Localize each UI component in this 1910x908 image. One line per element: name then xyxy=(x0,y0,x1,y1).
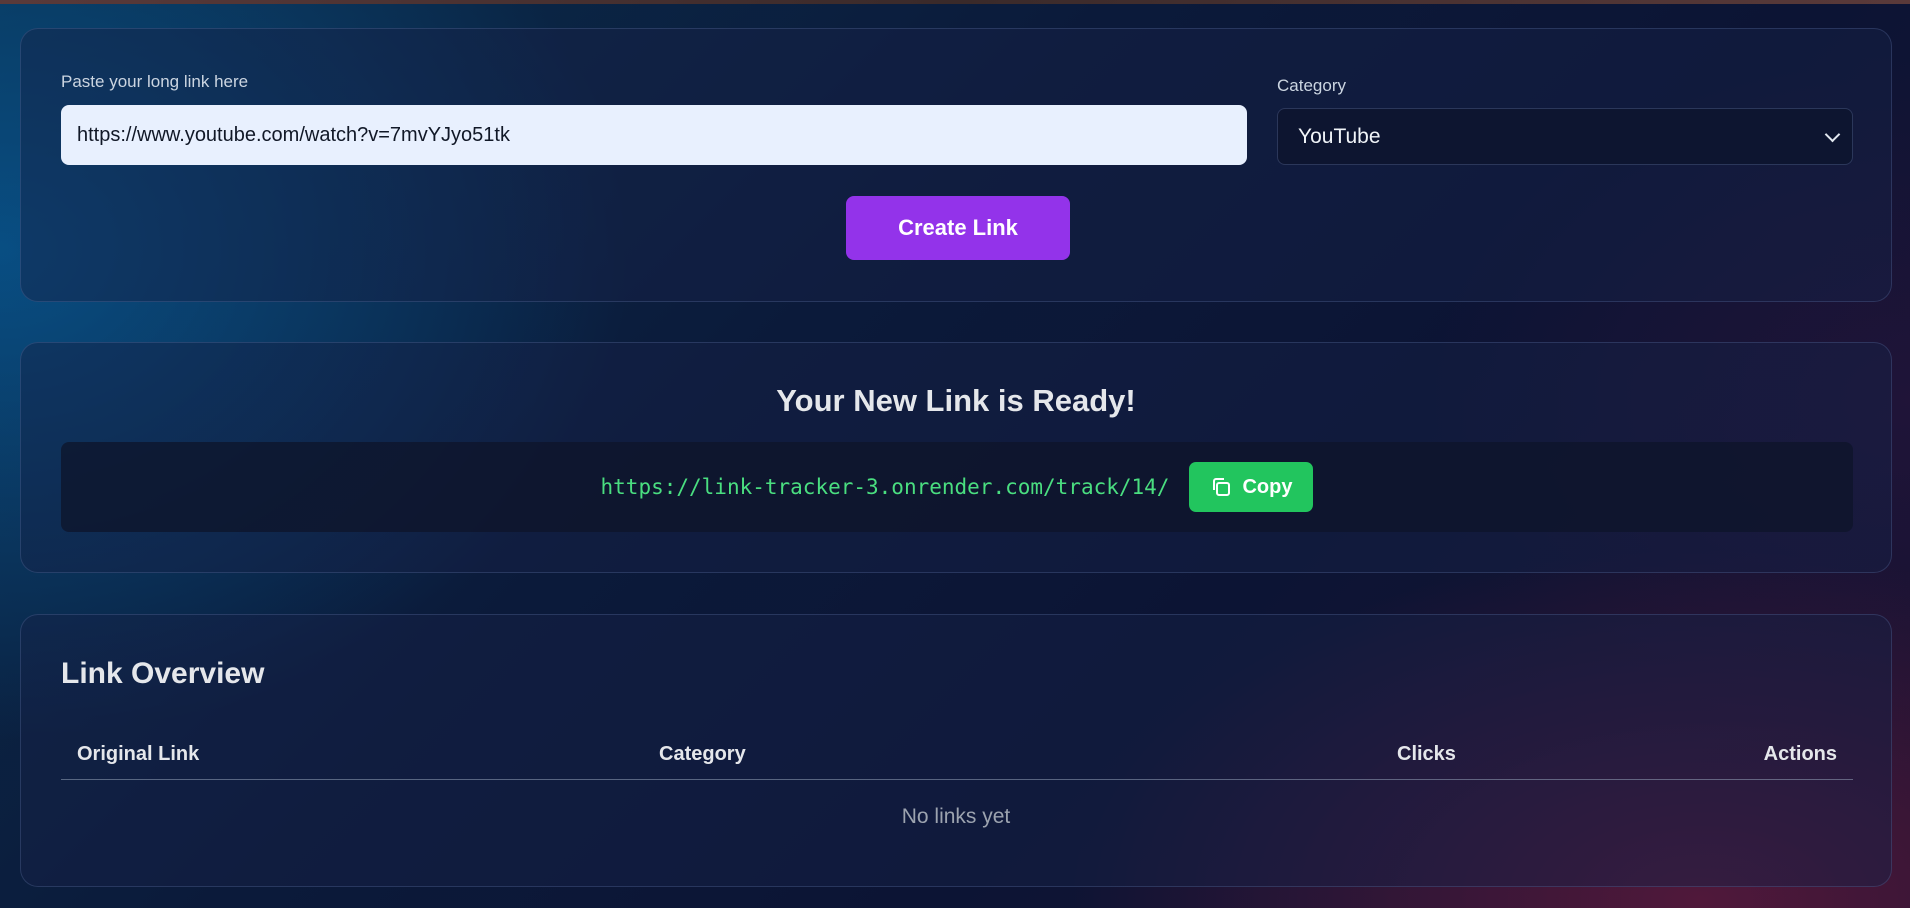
empty-table-message: No links yet xyxy=(901,805,1011,828)
link-overview-card: Link Overview Original Link Category Cli… xyxy=(20,614,1892,887)
url-input-label: Paste your long link here xyxy=(61,72,249,91)
copy-button-label: Copy xyxy=(1242,475,1293,498)
window-top-border xyxy=(0,0,1910,4)
copy-button[interactable]: Copy xyxy=(1189,462,1314,512)
column-category: Category xyxy=(659,743,746,765)
table-header: Original Link Category Clicks Actions xyxy=(61,729,1853,780)
copy-icon xyxy=(1210,476,1232,498)
long-url-input[interactable] xyxy=(61,105,1247,165)
column-original-link: Original Link xyxy=(77,743,200,765)
result-title: Your New Link is Ready! xyxy=(776,383,1136,418)
new-link-card: Your New Link is Ready! https://link-tra… xyxy=(20,342,1892,573)
category-label: Category xyxy=(1277,76,1346,95)
column-actions: Actions xyxy=(1763,743,1837,765)
create-link-button[interactable]: Create Link xyxy=(846,196,1070,260)
category-select[interactable]: YouTube xyxy=(1277,108,1853,165)
short-link-box: https://link-tracker-3.onrender.com/trac… xyxy=(61,442,1853,532)
column-clicks: Clicks xyxy=(1397,743,1456,765)
short-link-text[interactable]: https://link-tracker-3.onrender.com/trac… xyxy=(601,475,1170,499)
create-link-card: Paste your long link here Category YouTu… xyxy=(20,28,1892,302)
overview-title: Link Overview xyxy=(61,657,265,690)
category-selected-value: YouTube xyxy=(1298,124,1381,148)
chevron-down-icon xyxy=(1824,126,1841,142)
